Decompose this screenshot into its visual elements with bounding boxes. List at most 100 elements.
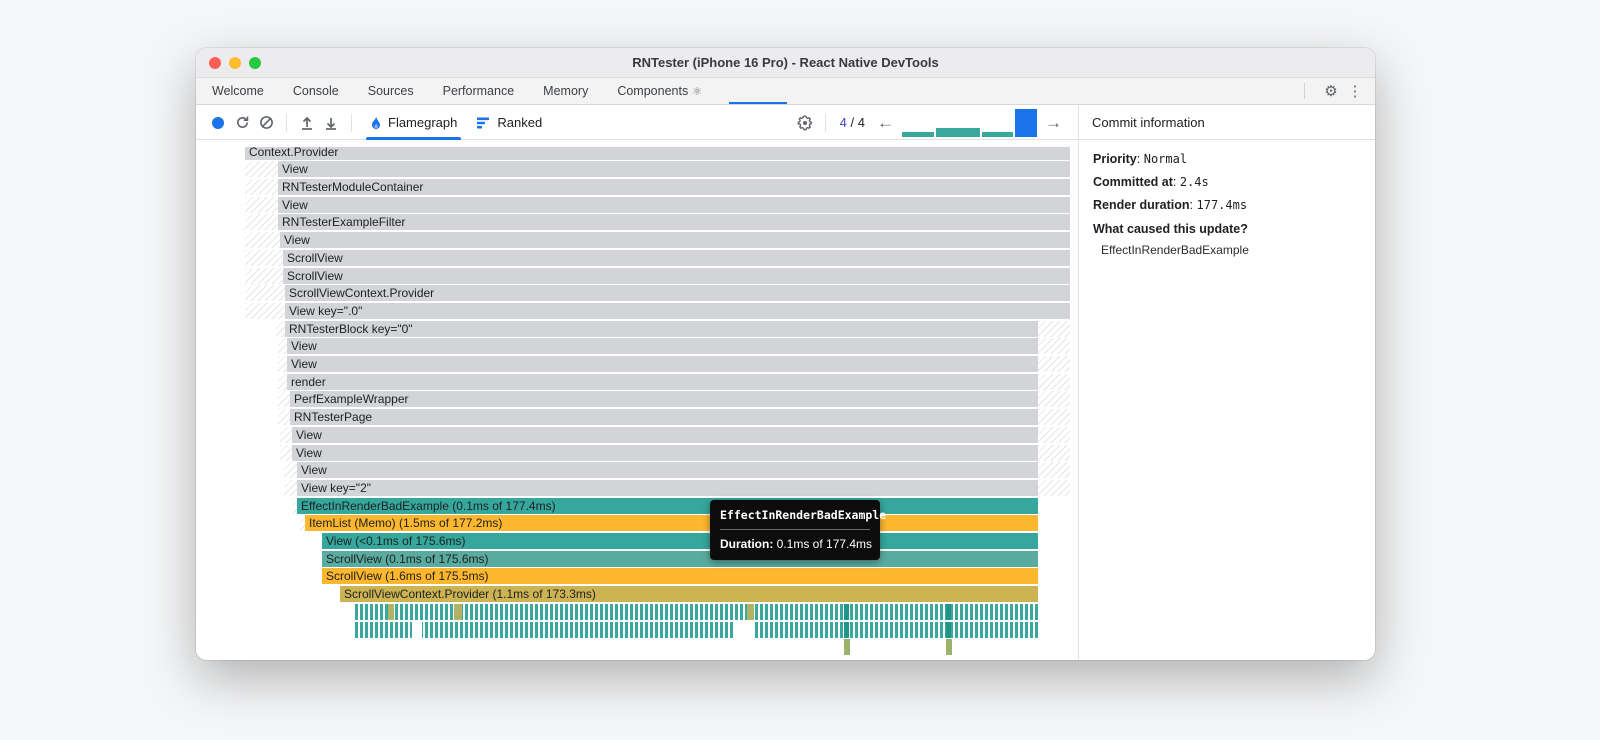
flame-bar[interactable]: View <box>292 426 1038 443</box>
flame-bar[interactable]: RNTesterBlock key="0" <box>285 320 1038 337</box>
flame-tooltip: EffectInRenderBadExample Duration: 0.1ms… <box>710 500 886 560</box>
tick-gap <box>733 621 755 638</box>
flame-bar[interactable]: RNTesterPage <box>290 409 1038 426</box>
record-button[interactable] <box>206 111 230 135</box>
flame-icon <box>372 115 380 129</box>
flame-bar[interactable]: RNTesterModuleContainer <box>278 179 1070 195</box>
committed-at-field: Committed at: 2.4s <box>1093 175 1209 189</box>
tooltip-component-name: EffectInRenderBadExample <box>720 508 886 530</box>
flame-bar[interactable]: EffectInRenderBadExample (0.1ms of 177.4… <box>297 497 1038 514</box>
flamegraph-chart: Context.Provider View RNTesterModuleContai… <box>196 147 1078 660</box>
flame-bar-small[interactable] <box>747 603 754 620</box>
commit-counter-current: 4 <box>839 115 847 130</box>
flame-bar-small[interactable] <box>454 603 462 620</box>
traffic-lights <box>209 57 261 69</box>
flame-bar[interactable]: ScrollView (0.1ms of 175.6ms) <box>322 550 1038 567</box>
flame-tick-row[interactable] <box>355 603 1038 620</box>
flame-bar-small[interactable] <box>844 603 849 620</box>
zoom-window-button[interactable] <box>249 57 261 69</box>
hatch-pattern <box>278 338 287 355</box>
flame-bar[interactable]: Context.Provider <box>245 147 1070 160</box>
tab-components[interactable]: Components ⚛ <box>615 78 704 104</box>
minimize-window-button[interactable] <box>229 57 241 69</box>
load-profile-button[interactable] <box>295 111 319 135</box>
hatch-pattern <box>245 267 283 284</box>
what-caused-update-label: What caused this update? <box>1093 222 1248 236</box>
flame-bar[interactable]: ScrollView (1.6ms of 175.5ms) <box>322 568 1038 585</box>
flame-bar[interactable]: PerfExampleWrapper <box>290 391 1038 408</box>
tab-label: Welcome <box>212 84 264 98</box>
flame-bar-small[interactable] <box>946 639 952 656</box>
gear-icon <box>797 114 812 131</box>
flame-bar[interactable]: ScrollView <box>283 249 1070 266</box>
hatch-pattern <box>1038 320 1070 337</box>
hatch-pattern <box>280 444 292 461</box>
reload-icon <box>236 116 248 128</box>
flame-bar[interactable]: RNTesterExampleFilter <box>278 214 1070 231</box>
update-cause-item[interactable]: EffectInRenderBadExample <box>1101 243 1361 257</box>
commit-bar-3[interactable] <box>982 131 1013 137</box>
flame-bar-small[interactable] <box>946 603 951 620</box>
tab-performance[interactable]: Performance <box>441 78 517 104</box>
flame-bar[interactable]: View <box>278 196 1070 213</box>
toolbar-divider <box>824 113 826 132</box>
flame-bar-small[interactable] <box>946 621 951 638</box>
commit-bar-1[interactable] <box>902 131 934 137</box>
tab-flamegraph[interactable]: Flamegraph <box>360 106 467 140</box>
previous-commit-button[interactable]: ← <box>871 113 900 133</box>
flame-bar[interactable]: View <box>292 444 1038 461</box>
flame-bar-small[interactable] <box>388 603 394 620</box>
flame-bar[interactable]: ScrollView <box>283 267 1070 284</box>
tab-sources[interactable]: Sources <box>366 78 416 104</box>
window-titlebar: RNTester (iPhone 16 Pro) - React Native … <box>196 48 1375 78</box>
hatch-pattern <box>245 232 280 249</box>
profiler-settings-button[interactable] <box>793 111 817 135</box>
tab-profiler-selected[interactable] <box>729 78 788 104</box>
flame-bar[interactable]: render <box>287 373 1038 390</box>
save-profile-button[interactable] <box>319 111 343 135</box>
flame-bar[interactable]: View <box>278 161 1070 178</box>
flame-bar[interactable]: View key=".0" <box>285 302 1070 319</box>
next-commit-button[interactable]: → <box>1039 113 1068 133</box>
toolbar-divider <box>351 113 352 132</box>
flame-bar[interactable]: ScrollViewContext.Provider <box>285 285 1070 302</box>
flame-bar-small[interactable] <box>844 621 849 638</box>
flame-bar[interactable]: View key="2" <box>297 479 1038 496</box>
devtools-window: RNTester (iPhone 16 Pro) - React Native … <box>196 48 1375 660</box>
flame-bar[interactable]: View <box>287 356 1038 372</box>
commit-counter-total: 4 <box>857 115 865 130</box>
hatch-pattern <box>245 249 283 266</box>
flame-bar[interactable]: View <box>280 232 1070 249</box>
toolbar-divider <box>286 113 287 132</box>
commit-bar-4-selected[interactable] <box>1015 108 1037 137</box>
commit-selector[interactable] <box>902 108 1037 137</box>
commit-bar-2[interactable] <box>936 127 980 137</box>
hatch-pattern <box>284 479 297 496</box>
ranked-bars-icon <box>477 117 490 128</box>
atom-icon: ⚛ <box>692 85 703 98</box>
tab-label: Performance <box>442 84 515 98</box>
hatch-pattern <box>1038 391 1070 408</box>
settings-icon[interactable]: ⚙ <box>1319 82 1343 100</box>
tab-welcome[interactable]: Welcome <box>210 78 266 104</box>
flame-bar[interactable]: ScrollViewContext.Provider (1.1ms of 173… <box>340 586 1038 603</box>
hatch-pattern <box>278 373 287 390</box>
more-menu-icon[interactable]: ⋮ <box>1343 82 1367 100</box>
hatch-pattern <box>245 285 285 302</box>
block-icon <box>259 116 273 129</box>
hatch-pattern <box>1038 426 1070 443</box>
flame-tick-row[interactable] <box>355 621 1038 638</box>
flame-bar-small[interactable] <box>844 639 850 656</box>
tab-ranked[interactable]: Ranked <box>467 106 552 140</box>
tab-console[interactable]: Console <box>291 78 341 104</box>
flame-bar[interactable]: ItemList (Memo) (1.5ms of 177.2ms) <box>305 515 1038 532</box>
close-window-button[interactable] <box>209 57 221 69</box>
flame-bar[interactable]: View <box>297 462 1038 479</box>
flame-bar[interactable]: View <box>287 338 1038 355</box>
flame-bar[interactable]: View (<0.1ms of 175.6ms) <box>322 533 1038 549</box>
clear-profiling-button[interactable] <box>254 111 278 135</box>
commit-information-header: Commit information <box>1078 106 1375 140</box>
tab-memory[interactable]: Memory <box>541 78 590 104</box>
reload-and-profile-button[interactable] <box>230 111 254 135</box>
render-duration-field: Render duration: 177.4ms <box>1093 198 1248 212</box>
